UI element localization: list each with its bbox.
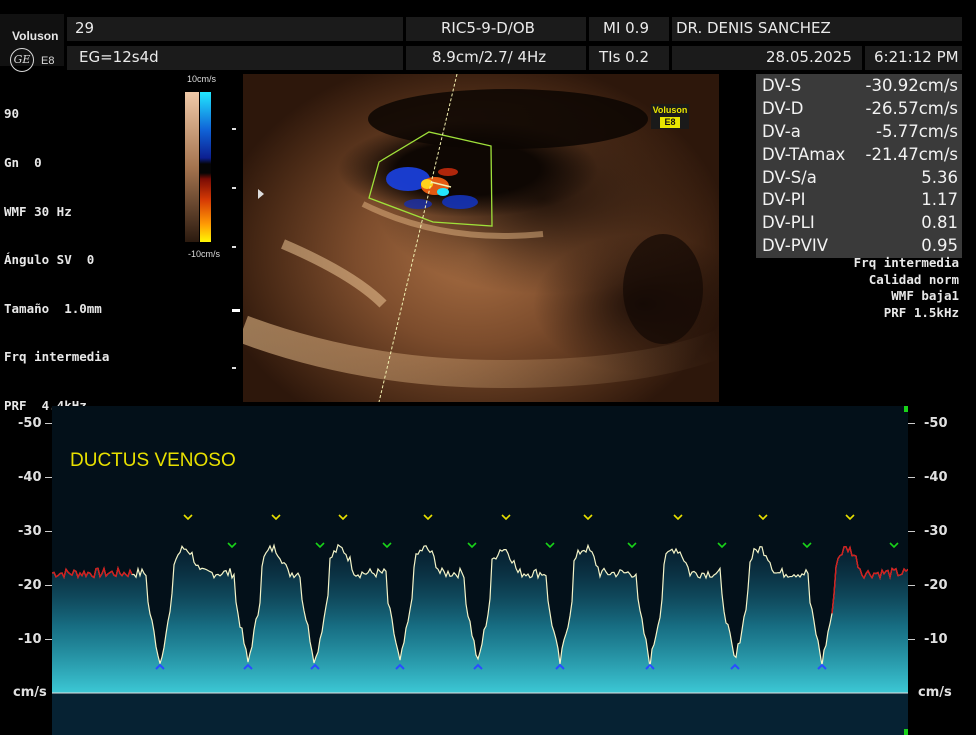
- measurement-row: DV-a -5.77cm/s: [762, 121, 958, 143]
- color-map-bar: [200, 92, 211, 242]
- measurement-value: -5.77cm/s: [876, 122, 958, 141]
- spectrum-below-baseline: [52, 693, 908, 735]
- scale-label-left: -50: [18, 416, 42, 431]
- depth-tick: [232, 246, 236, 248]
- scale-tick: [908, 477, 915, 478]
- measurement-row: DV-PI 1.17: [762, 189, 958, 211]
- right-parameters: Frq intermedia Calidad norm WMF baja1 PR…: [854, 255, 959, 321]
- param-line: WMF baja1: [891, 288, 959, 303]
- param-line: WMF 30 Hz: [4, 203, 72, 219]
- ultrasound-2d-image[interactable]: [243, 74, 719, 402]
- param-line: Frq intermedia: [853, 255, 959, 270]
- focus-arrow-icon: [258, 189, 264, 199]
- physician-name: DR. DENIS SANCHEZ: [672, 17, 962, 41]
- exam-date: 28.05.2025: [672, 46, 862, 70]
- measurement-label: DV-PLI: [762, 213, 815, 232]
- scale-tick: [908, 639, 915, 640]
- scale-label-right: -20: [924, 578, 948, 593]
- measurement-row: DV-TAmax -21.47cm/s: [762, 144, 958, 166]
- measurement-panel: DV-S -30.92cm/s DV-D -26.57cm/s DV-a -5.77c…: [756, 74, 962, 258]
- measurement-row: DV-PVIV 0.95: [762, 235, 958, 257]
- measurement-label: DV-S: [762, 76, 802, 95]
- scale-label-right: -10: [924, 632, 948, 647]
- measurement-value: -30.92cm/s: [865, 76, 959, 95]
- scale-label-right: -30: [924, 524, 948, 539]
- param-line: Gn 0: [4, 155, 42, 171]
- scale-tick: [45, 531, 52, 532]
- param-line: PRF 1.5kHz: [883, 304, 959, 320]
- param-line: Calidad norm: [868, 271, 959, 287]
- unit-label-left: cm/s: [13, 685, 47, 700]
- depth-tick: [232, 128, 236, 130]
- header-field-29: 29: [67, 17, 403, 41]
- measurement-row: DV-PLI 0.81: [762, 212, 958, 234]
- measurement-row: DV-S -30.92cm/s: [762, 75, 958, 97]
- badge-line-1: Voluson: [652, 105, 688, 115]
- measurement-value: -26.57cm/s: [865, 99, 959, 118]
- param-line: Frq intermedia: [4, 349, 110, 365]
- scale-tick: [45, 477, 52, 478]
- param-line: 90: [4, 106, 20, 122]
- scale-label-left: -10: [18, 632, 42, 647]
- param-line: Ángulo SV 0: [4, 252, 95, 268]
- measurement-label: DV-D: [762, 99, 804, 118]
- measurement-value: 0.95: [921, 236, 958, 255]
- image-badge: Voluson E8: [651, 104, 689, 129]
- depth-frequency: 8.9cm/2.7/ 4Hz: [406, 46, 586, 70]
- brand-name: Voluson: [12, 29, 59, 43]
- measurement-label: DV-PI: [762, 190, 806, 209]
- ge-logo-icon: GE: [10, 48, 34, 72]
- focus-marker: [232, 309, 240, 312]
- mechanical-index: MI 0.9: [589, 17, 669, 41]
- measurement-label: DV-S/a: [762, 168, 817, 187]
- scale-tick: [45, 639, 52, 640]
- depth-tick: [232, 367, 236, 369]
- exam-time: 6:21:12 PM: [865, 46, 962, 70]
- color-scale-top-label: 10cm/s: [187, 74, 217, 84]
- measurement-value: 0.81: [921, 213, 958, 232]
- left-parameters: 90 Gn 0 WMF 30 Hz Ángulo SV 0 Tamaño 1.0…: [4, 74, 109, 430]
- color-velocity-scale: [185, 92, 213, 242]
- probe-preset: RIC5-9-D/OB: [406, 17, 586, 41]
- doppler-title: DUCTUS VENOSO: [70, 450, 236, 471]
- color-scale-bottom-label: -10cm/s: [188, 249, 221, 259]
- measurement-label: DV-PVIV: [762, 236, 829, 255]
- scale-label-left: -40: [18, 470, 42, 485]
- gestational-age: EG=12s4d: [67, 46, 403, 70]
- sweep-marker-top: [904, 406, 908, 412]
- badge-line-2: E8: [660, 117, 680, 128]
- image-overlay: [243, 74, 719, 402]
- scale-tick: [45, 423, 52, 424]
- measurement-row: DV-D -26.57cm/s: [762, 98, 958, 120]
- sweep-marker-bottom: [904, 729, 908, 735]
- scale-tick: [908, 531, 915, 532]
- measurement-value: 1.17: [921, 190, 958, 209]
- measurement-label: DV-TAmax: [762, 145, 846, 164]
- scale-label-left: -30: [18, 524, 42, 539]
- measurement-label: DV-a: [762, 122, 801, 141]
- measurement-row: DV-S/a 5.36: [762, 167, 958, 189]
- measurement-value: -21.47cm/s: [865, 145, 959, 164]
- depth-tick: [232, 187, 236, 189]
- param-line: Tamaño 1.0mm: [4, 300, 102, 316]
- unit-label-right: cm/s: [918, 685, 952, 700]
- brand-logo: Voluson GE E8: [0, 14, 64, 72]
- scale-label-right: -40: [924, 470, 948, 485]
- scale-tick: [45, 585, 52, 586]
- model-name: E8: [41, 55, 55, 67]
- measurement-value: 5.36: [921, 168, 958, 187]
- thermal-index: TIs 0.2: [589, 46, 669, 70]
- scale-tick: [908, 423, 915, 424]
- scale-label-right: -50: [924, 416, 948, 431]
- scale-tick: [908, 585, 915, 586]
- scale-label-left: -20: [18, 578, 42, 593]
- grayscale-map-bar: [185, 92, 199, 242]
